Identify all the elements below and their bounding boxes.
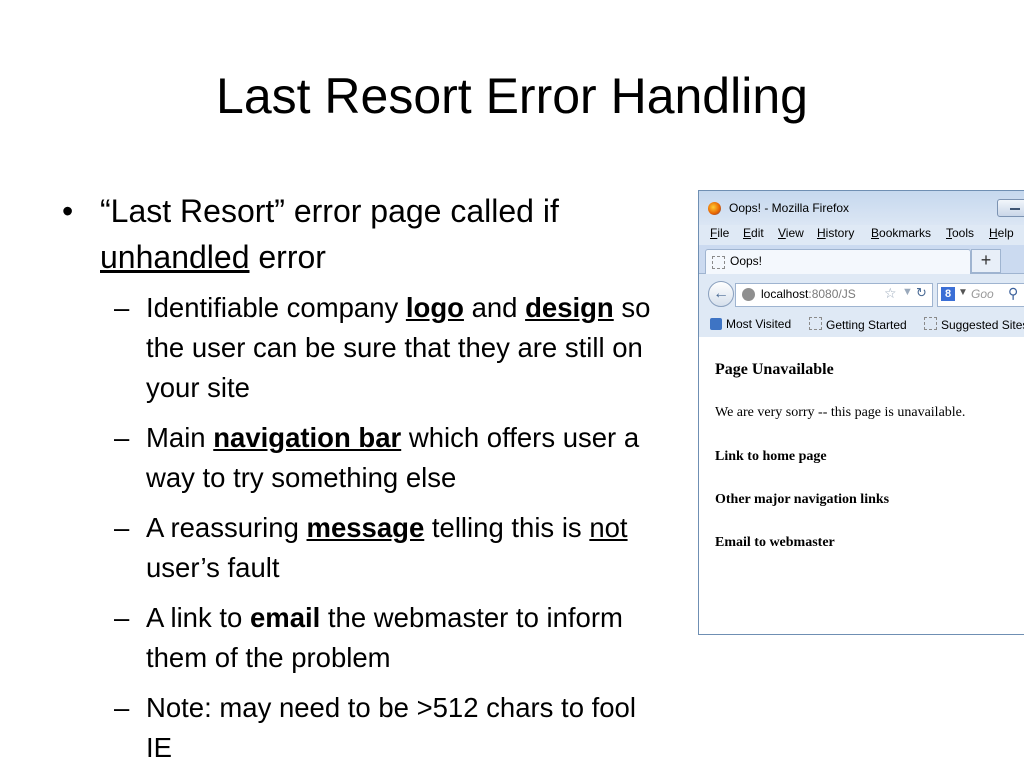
page-message: We are very sorry -- this page is unavai… — [715, 405, 966, 420]
chevron-down-icon[interactable]: ▼ — [902, 286, 913, 298]
page-icon — [924, 317, 937, 330]
dash-marker: – — [114, 292, 130, 323]
search-placeholder: Goo — [971, 287, 994, 301]
sub-bullet-email: – A link to email the webmaster to inform… — [62, 598, 662, 678]
bookmark-label: Suggested Sites — [941, 318, 1024, 332]
navigation-toolbar: ← localhost:8080/JS ☆ ▼ ↻ 8 ▼ Goo ⚲ — [699, 274, 1024, 312]
slide-title: Last Resort Error Handling — [216, 68, 808, 124]
bookmark-getting-started[interactable]: Getting Started — [809, 317, 907, 332]
text: Main — [146, 422, 214, 453]
menu-tools[interactable]: Tools — [946, 226, 974, 240]
back-arrow-icon[interactable]: ← — [708, 281, 734, 307]
page-content: Page Unavailable We are very sorry -- th… — [699, 337, 1024, 634]
menu-file[interactable]: File — [710, 226, 729, 240]
bookmark-suggested-sites[interactable]: Suggested Sites — [924, 317, 1024, 332]
page-icon — [712, 256, 725, 269]
emphasis: not — [589, 512, 628, 543]
main-bullet-text: “Last Resort” error page called if — [100, 193, 559, 229]
dash-marker: – — [114, 692, 130, 723]
dash-marker: – — [114, 422, 130, 453]
sub-bullet-note: – Note: may need to be >512 chars to fool… — [62, 688, 662, 768]
new-tab-button[interactable]: + — [971, 249, 1001, 273]
browser-titlebar: Oops! - Mozilla Firefox — [699, 191, 1024, 225]
sub-bullet-list: – Identifiable company logo and design so… — [62, 288, 662, 768]
bookmark-most-visited[interactable]: Most Visited — [710, 317, 791, 331]
sub-bullet-navigation: – Main navigation bar which offers user a… — [62, 418, 662, 498]
main-bullet: • “Last Resort” error page called if unh… — [62, 188, 662, 280]
tab-oops[interactable]: Oops! — [705, 249, 971, 274]
chevron-down-icon[interactable]: ▼ — [958, 287, 968, 298]
text: Identifiable company — [146, 292, 406, 323]
text: Note: may need to be >512 chars to fool … — [146, 692, 636, 763]
browser-screenshot: Oops! - Mozilla Firefox File Edit View H… — [698, 190, 1024, 635]
url-text: localhost:8080/JS — [761, 287, 856, 301]
navigation-links[interactable]: Other major navigation links — [715, 492, 889, 508]
bookmark-label: Getting Started — [826, 318, 907, 332]
dash-marker: – — [114, 602, 130, 633]
page-icon — [809, 317, 822, 330]
main-bullet-underlined: unhandled — [100, 239, 250, 275]
menu-bookmarks[interactable]: Bookmarks — [871, 226, 931, 240]
tab-strip: Oops! + — [699, 245, 1024, 274]
bullet-list: • “Last Resort” error page called if unh… — [62, 188, 662, 778]
home-page-link[interactable]: Link to home page — [715, 449, 827, 465]
sub-bullet-message: – A reassuring message telling this is no… — [62, 508, 662, 588]
email-webmaster-link[interactable]: Email to webmaster — [715, 535, 835, 551]
emphasis: navigation bar — [213, 422, 402, 453]
minimize-button[interactable] — [997, 199, 1024, 217]
bookmark-label: Most Visited — [726, 317, 792, 331]
url-path: :8080/JS — [808, 287, 856, 301]
emphasis: message — [306, 512, 425, 543]
text: A link to — [146, 602, 250, 633]
emphasis: design — [525, 292, 614, 323]
menu-edit[interactable]: Edit — [743, 226, 764, 240]
menu-history[interactable]: History — [817, 226, 854, 240]
menu-bar: File Edit View History Bookmarks Tools H… — [699, 225, 1024, 245]
text: and — [463, 292, 526, 323]
menu-help[interactable]: Help — [989, 226, 1014, 240]
text: telling this is — [424, 512, 590, 543]
emphasis: logo — [405, 292, 464, 323]
firefox-icon — [708, 202, 721, 215]
bookmarks-toolbar: Most Visited Getting Started Suggested S… — [699, 312, 1024, 338]
bookmark-folder-icon — [710, 318, 722, 330]
emphasis: email — [249, 602, 321, 633]
menu-view[interactable]: View — [778, 226, 804, 240]
globe-icon — [742, 288, 755, 301]
search-engine-icon[interactable]: 8 — [941, 287, 955, 301]
bullet-dot: • — [62, 193, 74, 229]
dash-marker: – — [114, 512, 130, 543]
url-bar[interactable]: localhost:8080/JS ☆ ▼ ↻ — [735, 283, 933, 307]
reload-icon[interactable]: ↻ — [916, 285, 927, 301]
star-icon[interactable]: ☆ — [884, 285, 897, 302]
main-bullet-text-end: error — [249, 239, 326, 275]
page-heading: Page Unavailable — [715, 361, 834, 378]
search-icon[interactable]: ⚲ — [1008, 285, 1018, 302]
sub-bullet-logo-design: – Identifiable company logo and design so… — [62, 288, 662, 408]
url-host: localhost — [761, 287, 809, 301]
text: A reassuring — [146, 512, 307, 543]
search-bar[interactable]: 8 ▼ Goo ⚲ — [937, 283, 1024, 307]
text: user’s fault — [146, 552, 280, 583]
tab-title: Oops! — [730, 254, 763, 268]
window-title: Oops! - Mozilla Firefox — [729, 201, 850, 215]
